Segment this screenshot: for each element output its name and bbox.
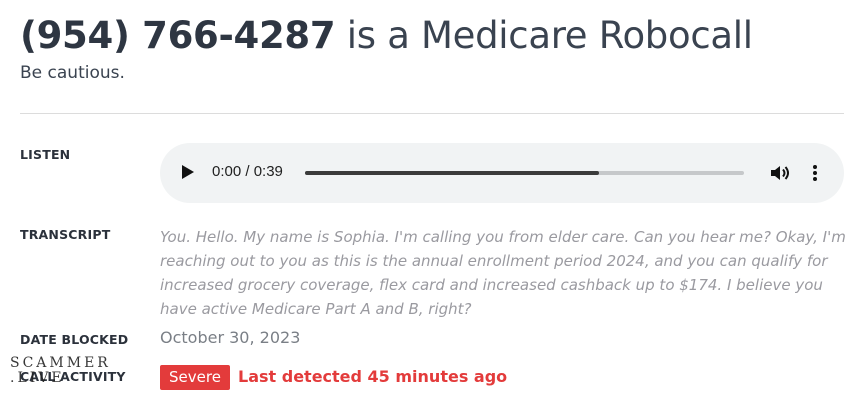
phone-number: (954) 766-4287 bbox=[20, 14, 336, 57]
seek-bar[interactable] bbox=[305, 171, 744, 175]
time-display: 0:00 / 0:39 bbox=[212, 163, 283, 180]
divider bbox=[20, 113, 844, 114]
transcript-label: TRANSCRIPT bbox=[20, 227, 111, 242]
volume-icon[interactable] bbox=[769, 163, 791, 183]
subtitle: Be cautious. bbox=[20, 63, 125, 83]
last-detected-text: Last detected 45 minutes ago bbox=[238, 367, 508, 386]
page-title: (954) 766-4287 is a Medicare Robocall bbox=[20, 12, 753, 60]
audio-player[interactable]: 0:00 / 0:39 bbox=[160, 143, 844, 203]
play-icon[interactable] bbox=[182, 165, 194, 179]
severity-badge: Severe bbox=[160, 365, 230, 390]
watermark-line-2: .LIVE bbox=[10, 370, 65, 386]
transcript-text: You. Hello. My name is Sophia. I'm calli… bbox=[160, 228, 846, 318]
watermark-logo: SCAMMER .LIVE bbox=[10, 356, 111, 386]
date-blocked-label: DATE BLOCKED bbox=[20, 332, 129, 347]
page: (954) 766-4287 is a Medicare Robocall Be… bbox=[0, 0, 860, 402]
watermark-line-1: SCAMMER bbox=[10, 355, 111, 371]
listen-label: LISTEN bbox=[20, 147, 71, 162]
title-description: is a Medicare Robocall bbox=[335, 14, 753, 57]
more-options-icon[interactable] bbox=[810, 163, 820, 183]
seek-progress bbox=[305, 171, 600, 175]
date-blocked-value: October 30, 2023 bbox=[160, 328, 301, 347]
